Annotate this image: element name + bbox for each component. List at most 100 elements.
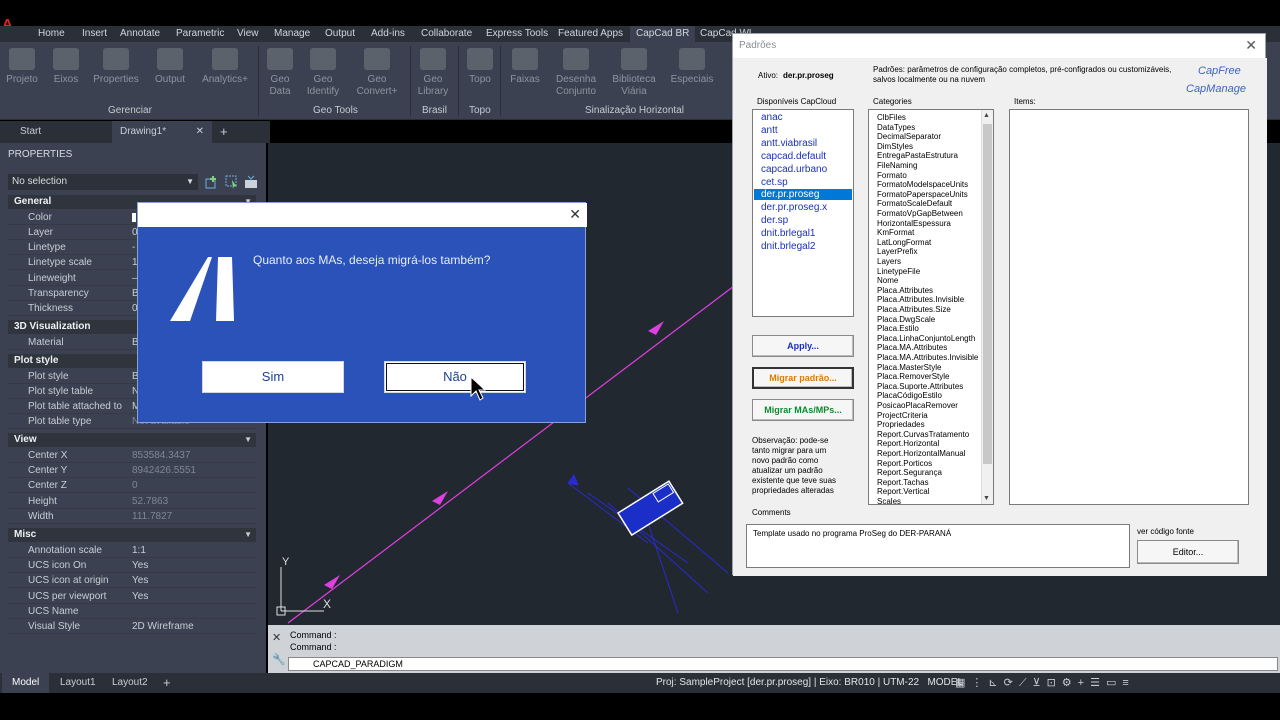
list-item[interactable]: PlacaCódigoEstilo	[877, 391, 942, 401]
editor-button[interactable]: Editor...	[1137, 540, 1239, 564]
new-tab-button[interactable]: +	[220, 121, 228, 143]
tab-layout2[interactable]: Layout2	[112, 673, 148, 693]
close-icon[interactable]: ✕	[1245, 37, 1257, 54]
tab-express-tools[interactable]: Express Tools	[486, 26, 548, 42]
tab-layout1[interactable]: Layout1	[60, 673, 96, 693]
apply-button[interactable]: Apply...	[752, 335, 854, 357]
items-list[interactable]	[1009, 109, 1249, 505]
faixas-button[interactable]: Faixas	[497, 48, 553, 86]
list-item[interactable]: ProjectCriteria	[877, 411, 928, 421]
list-item[interactable]: antt	[761, 125, 778, 136]
property-row[interactable]: UCS Name	[8, 604, 256, 619]
list-item[interactable]: Report.Tachas	[877, 478, 929, 488]
output-button[interactable]: Output	[142, 48, 198, 86]
tab-annotate[interactable]: Annotate	[120, 26, 160, 42]
sources-list[interactable]: anac antt antt.viabrasil capcad.default …	[752, 109, 854, 317]
list-item[interactable]: der.pr.proseg.x	[761, 202, 827, 213]
tab-addins[interactable]: Add-ins	[371, 26, 405, 42]
geo-identify-button[interactable]: Geo Identify	[295, 48, 351, 98]
property-row[interactable]: Center Z0	[8, 478, 256, 493]
list-item[interactable]: der.sp	[761, 215, 788, 226]
list-item[interactable]: dnit.brlegal2	[761, 241, 815, 252]
list-item[interactable]: Report.Vertical	[877, 487, 929, 497]
property-row[interactable]: Center X 853584.3437	[8, 448, 256, 463]
scroll-up-icon[interactable]: ▲	[983, 112, 990, 119]
scrollbar-thumb[interactable]	[983, 124, 992, 464]
property-row[interactable]: Height 52.7863	[8, 494, 256, 509]
tab-model[interactable]: Model	[2, 673, 50, 693]
list-item[interactable]: LayerPrefix	[877, 247, 917, 257]
list-item[interactable]: Placa.DwgScale	[877, 315, 935, 325]
quick-select-icon[interactable]	[244, 175, 258, 189]
list-item[interactable]: FormatoModelspaceUnits	[877, 180, 968, 190]
list-item[interactable]: Formato	[877, 171, 907, 181]
list-item[interactable]: Placa.MA.Attributes.Invisible	[877, 353, 978, 363]
list-item[interactable]: LinetypeFile	[877, 267, 920, 277]
scroll-down-icon[interactable]: ▼	[983, 495, 990, 502]
list-item[interactable]: Placa.LinhaConjuntoLength	[877, 334, 975, 344]
list-item[interactable]: KmFormat	[877, 228, 914, 238]
migrar-padrao-button[interactable]: Migrar padrão...	[752, 367, 854, 389]
tab-featured-apps[interactable]: Featured Apps	[558, 26, 623, 42]
especiais-button[interactable]: Especiais	[664, 48, 720, 86]
tab-manage[interactable]: Manage	[274, 26, 310, 42]
list-item[interactable]: Layers	[877, 257, 901, 267]
nao-button[interactable]: Não	[384, 361, 526, 393]
tab-output[interactable]: Output	[325, 26, 355, 42]
wrench-icon[interactable]: 🔧	[272, 653, 286, 666]
comments-field[interactable]: Template usado no programa ProSeg do DER…	[746, 524, 1130, 568]
tab-view[interactable]: View	[237, 26, 259, 42]
list-item[interactable]: Report.CurvasTratamento	[877, 430, 969, 440]
eixos-button[interactable]: Eixos	[38, 48, 94, 86]
list-item[interactable]: antt.viabrasil	[761, 138, 817, 149]
list-item[interactable]: cet.sp	[761, 177, 788, 188]
add-layout-button[interactable]: +	[163, 673, 171, 693]
list-item[interactable]: dnit.brlegal1	[761, 228, 815, 239]
list-item[interactable]: Report.Horizontal	[877, 439, 939, 449]
status-toggle-icons[interactable]: ▦⋮⊾⟳⟋⊻⊡⚙+☰▭≡	[955, 676, 1135, 690]
list-item[interactable]: EntregaPastaEstrutura	[877, 151, 958, 161]
property-row[interactable]: Annotation scale 1:1	[8, 543, 256, 558]
tab-home[interactable]: Home	[38, 26, 65, 42]
list-item[interactable]: Nome	[877, 276, 898, 286]
list-item[interactable]: PosicaoPlacaRemover	[877, 401, 958, 411]
property-row[interactable]: Width 111.7827	[8, 509, 256, 524]
capfree-link[interactable]: CapFree	[1198, 65, 1241, 77]
scrollbar[interactable]: ▲ ▼	[981, 110, 993, 504]
property-row[interactable]: Visual Style 2D Wireframe	[8, 619, 256, 634]
list-item[interactable]: Placa.MasterStyle	[877, 363, 941, 373]
property-row[interactable]: UCS icon On Yes	[8, 558, 256, 573]
category-misc[interactable]: Misc ▼	[8, 528, 256, 542]
list-item[interactable]: Propriedades	[877, 420, 925, 430]
list-item[interactable]: LatLongFormat	[877, 238, 931, 248]
select-objects-icon[interactable]	[225, 175, 239, 189]
list-item[interactable]: FormatoScaleDefault	[877, 199, 952, 209]
list-item[interactable]: DataTypes	[877, 123, 915, 133]
geo-convert-button[interactable]: Geo Convert+	[349, 48, 405, 98]
list-item[interactable]: Placa.Attributes.Invisible	[877, 295, 964, 305]
biblioteca-viaria-button[interactable]: Biblioteca Viária	[606, 48, 662, 98]
list-item[interactable]: ClbFiles	[877, 113, 906, 123]
tab-insert[interactable]: Insert	[82, 26, 107, 42]
close-icon[interactable]: ✕	[569, 206, 581, 223]
list-item[interactable]: FormatoVpGapBetween	[877, 209, 963, 219]
migrar-mas-button[interactable]: Migrar MAs/MPs...	[752, 399, 854, 421]
tab-drawing1[interactable]: Drawing1* ✕	[112, 121, 212, 143]
tab-capcad-br[interactable]: CapCad BR	[630, 26, 696, 42]
list-item[interactable]: DecimalSeparator	[877, 132, 941, 142]
analytics-button[interactable]: Analytics+	[197, 48, 253, 86]
capmanage-link[interactable]: CapManage	[1186, 83, 1246, 95]
categories-list[interactable]: ClbFiles DataTypes DecimalSeparator DimStyl…	[868, 109, 994, 505]
list-item[interactable]: Placa.RemoverStyle	[877, 372, 949, 382]
list-item[interactable]: Report.Porticos	[877, 459, 932, 469]
list-item-selected[interactable]: der.pr.proseg	[754, 189, 852, 200]
list-item[interactable]: Placa.Attributes.Size	[877, 305, 951, 315]
close-tab-icon[interactable]: ✕	[196, 121, 204, 143]
list-item[interactable]: Report.Segurança	[877, 468, 942, 478]
desenha-conjunto-button[interactable]: Desenha Conjunto	[548, 48, 604, 98]
list-item[interactable]: Placa.MA.Attributes	[877, 343, 947, 353]
command-input[interactable]: CAPCAD_PARADIGM	[288, 657, 1278, 671]
selection-dropdown[interactable]: No selection ▼	[8, 174, 198, 190]
tab-start[interactable]: Start	[20, 121, 41, 143]
property-row[interactable]: UCS per viewport Yes	[8, 589, 256, 604]
